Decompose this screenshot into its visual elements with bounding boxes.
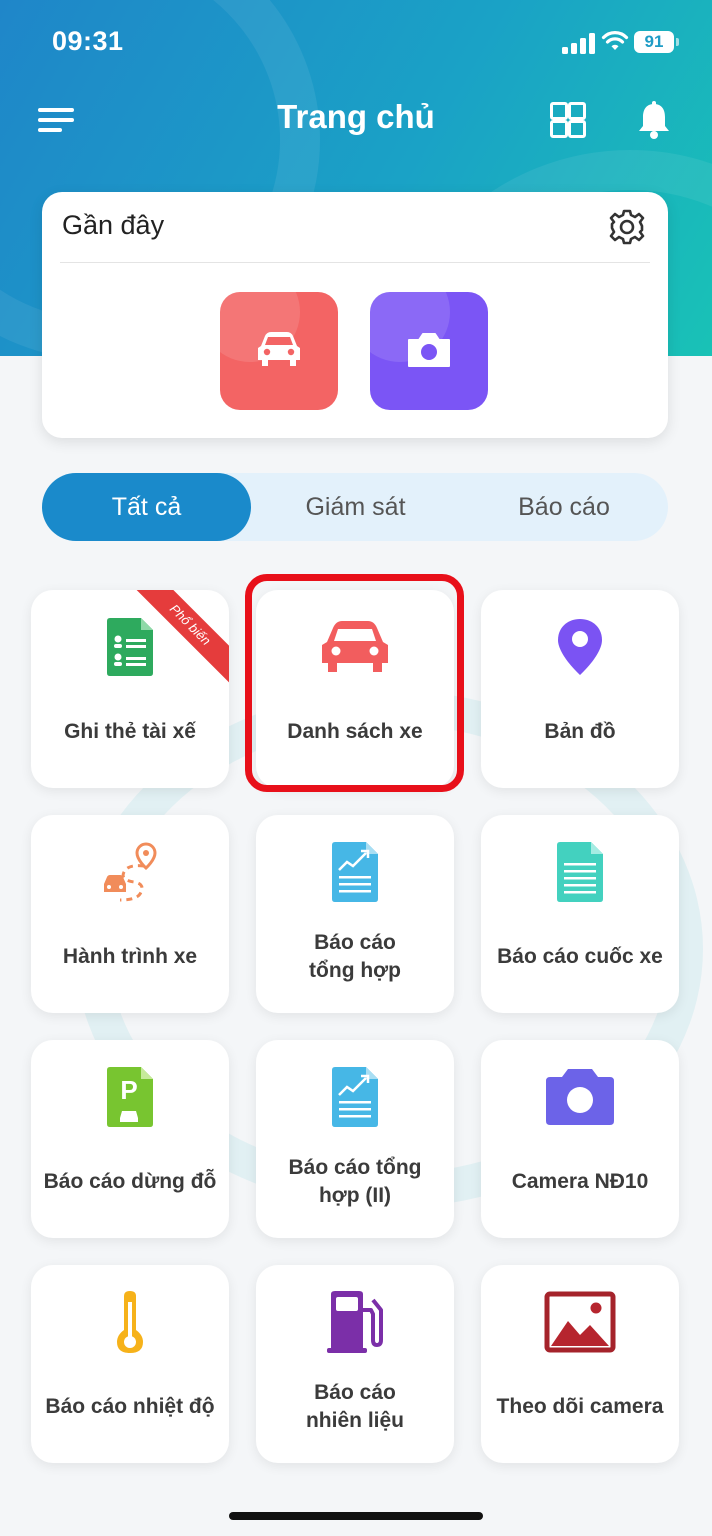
tile-label: Danh sách xe <box>287 720 423 743</box>
battery-indicator: 91 <box>634 31 674 53</box>
tile-fuel-report[interactable]: Báo cáo nhiên liệu <box>256 1265 454 1463</box>
tile-camera-monitor[interactable]: Theo dõi camera <box>481 1265 679 1463</box>
category-tabs: Tất cả Giám sát Báo cáo <box>42 473 668 541</box>
map-pin-icon <box>558 619 602 675</box>
image-icon <box>544 1291 616 1353</box>
svg-text:P: P <box>120 1075 137 1105</box>
top-navigation: Trang chủ <box>0 90 712 150</box>
tile-label: Ghi thẻ tài xế <box>64 720 196 743</box>
tile-summary-report-2[interactable]: Báo cáo tổng hợp (II) <box>256 1040 454 1238</box>
tile-map[interactable]: Bản đồ <box>481 590 679 788</box>
status-bar: 09:31 91 <box>0 0 712 80</box>
tile-summary-report[interactable]: Báo cáo tổng hợp <box>256 815 454 1013</box>
cellular-signal-icon <box>562 32 596 54</box>
tab-reports[interactable]: Báo cáo <box>460 473 668 541</box>
recent-car-app[interactable] <box>220 292 338 410</box>
battery-cap <box>676 38 679 46</box>
tile-temperature-report[interactable]: Báo cáo nhiệt độ <box>31 1265 229 1463</box>
car-icon <box>258 332 300 366</box>
route-icon <box>104 842 157 902</box>
parking-icon: P <box>107 1067 153 1127</box>
car-icon <box>322 621 388 672</box>
thermometer-icon <box>117 1291 143 1353</box>
tile-journey[interactable]: Hành trình xe <box>31 815 229 1013</box>
driver-card-icon <box>107 618 153 676</box>
tile-trip-report[interactable]: Báo cáo cuốc xe <box>481 815 679 1013</box>
tile-driver-card[interactable]: Phổ biến Ghi thẻ tài xế <box>31 590 229 788</box>
tile-label: Báo cáo nhiên liệu <box>305 1381 404 1432</box>
divider <box>60 262 650 263</box>
tile-label: Theo dõi camera <box>496 1395 664 1418</box>
tile-label: Báo cáo tổng hợp (II) <box>288 1156 422 1207</box>
tile-label: Camera NĐ10 <box>511 1170 649 1193</box>
tile-label: Báo cáo nhiệt độ <box>45 1395 215 1418</box>
report-chart-icon <box>332 842 378 902</box>
tab-all[interactable]: Tất cả <box>42 473 251 541</box>
report-chart-icon <box>332 1067 378 1127</box>
grid-view-icon[interactable] <box>550 102 586 138</box>
recent-camera-app[interactable] <box>370 292 488 410</box>
tile-label: Bản đồ <box>544 720 616 743</box>
tile-label: Báo cáo cuốc xe <box>497 945 663 968</box>
tile-parking-report[interactable]: P Báo cáo dừng đỗ <box>31 1040 229 1238</box>
document-icon <box>557 842 603 902</box>
wifi-icon <box>601 31 629 50</box>
tile-camera-nd10[interactable]: Camera NĐ10 <box>481 1040 679 1238</box>
page-title: Trang chủ <box>277 98 435 135</box>
tile-vehicle-list[interactable]: Danh sách xe <box>256 590 454 788</box>
tile-label: Hành trình xe <box>62 945 198 968</box>
status-time: 09:31 <box>52 26 124 56</box>
recent-card: Gần đây <box>42 192 668 438</box>
bell-icon[interactable] <box>636 100 672 140</box>
fuel-pump-icon <box>327 1291 383 1353</box>
recent-title: Gần đây <box>62 210 165 240</box>
camera-icon <box>546 1069 614 1125</box>
tile-label: Báo cáo tổng hợp <box>309 931 401 982</box>
camera-icon <box>408 333 450 367</box>
home-indicator[interactable] <box>229 1512 483 1520</box>
tab-monitoring[interactable]: Giám sát <box>251 473 460 541</box>
tile-label: Báo cáo dừng đỗ <box>43 1170 217 1193</box>
gear-icon[interactable] <box>608 208 646 246</box>
